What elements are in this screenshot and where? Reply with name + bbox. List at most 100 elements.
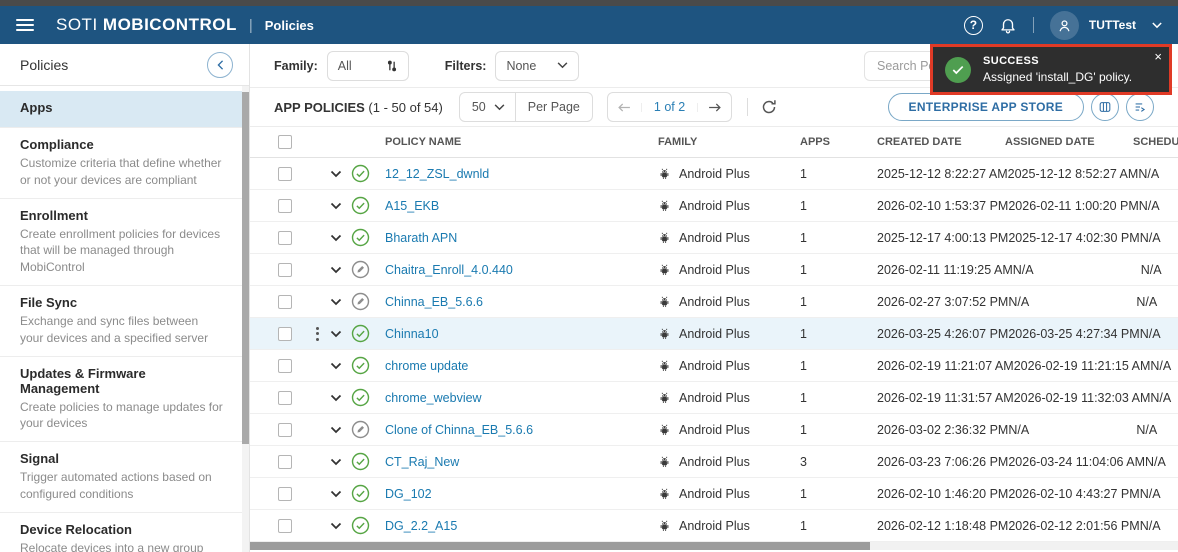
row-checkbox[interactable] bbox=[278, 294, 292, 309]
expand-chevron-icon[interactable] bbox=[330, 458, 342, 466]
horizontal-scrollbar[interactable] bbox=[250, 542, 1178, 550]
table-row[interactable]: Bharath APN Android Plus 1 2025-12-17 4:… bbox=[250, 222, 1178, 254]
policy-name-link[interactable]: Bharath APN bbox=[385, 231, 457, 245]
sidebar-item-device-relocation[interactable]: Device Relocation Relocate devices into … bbox=[0, 513, 249, 552]
table-row[interactable]: 12_12_ZSL_dwnld Android Plus 1 2025-12-1… bbox=[250, 158, 1178, 190]
chevron-down-icon bbox=[494, 103, 515, 111]
user-menu[interactable]: TUTTest bbox=[1089, 18, 1136, 32]
assigned-date: N/A bbox=[1008, 294, 1030, 309]
select-all-checkbox[interactable] bbox=[278, 135, 292, 149]
expand-chevron-icon[interactable] bbox=[330, 202, 342, 210]
filter-toolbar: Family: All Filters: None SUCCESS Assign… bbox=[250, 44, 1178, 95]
sidebar-scrollbar[interactable] bbox=[242, 86, 249, 552]
table-row[interactable]: CT_Raj_New Android Plus 3 2026-03-23 7:0… bbox=[250, 446, 1178, 478]
enterprise-app-store-button[interactable]: ENTERPRISE APP STORE bbox=[887, 93, 1084, 121]
created-date: 2026-02-12 1:18:48 PM bbox=[877, 518, 1009, 533]
expand-chevron-icon[interactable] bbox=[330, 522, 342, 530]
columns-icon[interactable] bbox=[1091, 93, 1119, 121]
policy-name-link[interactable]: DG_102 bbox=[385, 487, 432, 501]
sidebar-item-description: Trigger automated actions based on confi… bbox=[20, 470, 212, 501]
kebab-menu-icon[interactable] bbox=[314, 325, 321, 343]
row-checkbox[interactable] bbox=[278, 166, 292, 181]
sidebar-item-file-sync[interactable]: File Sync Exchange and sync files betwee… bbox=[0, 286, 249, 357]
expand-chevron-icon[interactable] bbox=[330, 234, 342, 242]
expand-chevron-icon[interactable] bbox=[330, 490, 342, 498]
page-size-select[interactable]: 50 Per Page bbox=[458, 92, 593, 122]
family-name: Android Plus bbox=[679, 166, 750, 181]
table-row[interactable]: Chinna10 Android Plus 1 2026-03-25 4:26:… bbox=[250, 318, 1178, 350]
sidebar-item-compliance[interactable]: Compliance Customize criteria that defin… bbox=[0, 128, 249, 199]
table-row[interactable]: chrome update Android Plus 1 2026-02-19 … bbox=[250, 350, 1178, 382]
row-checkbox[interactable] bbox=[278, 486, 292, 501]
policy-name-link[interactable]: Chinna10 bbox=[385, 327, 439, 341]
column-header-policy-name[interactable]: POLICY NAME bbox=[385, 136, 658, 148]
help-icon[interactable]: ? bbox=[963, 15, 983, 35]
policy-name-link[interactable]: 12_12_ZSL_dwnld bbox=[385, 167, 489, 181]
policy-name-link[interactable]: Chinna_EB_5.6.6 bbox=[385, 295, 483, 309]
sidebar-scrollbar-thumb[interactable] bbox=[242, 92, 249, 444]
chevron-down-icon[interactable] bbox=[1152, 21, 1162, 29]
policy-name-link[interactable]: chrome update bbox=[385, 359, 468, 373]
table-row[interactable]: Chinna_EB_5.6.6 Android Plus 1 2026-02-2… bbox=[250, 286, 1178, 318]
column-header-schedule[interactable]: SCHEDULE bbox=[1133, 136, 1178, 148]
row-checkbox[interactable] bbox=[278, 390, 292, 405]
toast-close-icon[interactable]: × bbox=[1154, 50, 1162, 63]
table-row[interactable]: A15_EKB Android Plus 1 2026-02-10 1:53:3… bbox=[250, 190, 1178, 222]
expand-chevron-icon[interactable] bbox=[330, 170, 342, 178]
horizontal-scrollbar-thumb[interactable] bbox=[250, 542, 870, 550]
row-checkbox[interactable] bbox=[278, 262, 292, 277]
policy-name-link[interactable]: DG_2.2_A15 bbox=[385, 519, 457, 533]
main-content: Family: All Filters: None SUCCESS Assign… bbox=[250, 44, 1178, 552]
android-icon bbox=[658, 199, 671, 212]
assigned-date: 2026-03-24 11:04:06 AM bbox=[1008, 454, 1146, 469]
row-checkbox[interactable] bbox=[278, 326, 292, 341]
app-header: SOTI MOBICONTROL | Policies ? TUTTest bbox=[0, 6, 1178, 44]
menu-icon[interactable] bbox=[16, 19, 34, 31]
expand-chevron-icon[interactable] bbox=[330, 394, 342, 402]
sidebar-item-signal[interactable]: Signal Trigger automated actions based o… bbox=[0, 442, 249, 513]
row-checkbox[interactable] bbox=[278, 454, 292, 469]
table-row[interactable]: DG_102 Android Plus 1 2026-02-10 1:46:20… bbox=[250, 478, 1178, 510]
avatar[interactable] bbox=[1049, 10, 1079, 40]
column-header-assigned-date[interactable]: ASSIGNED DATE bbox=[1005, 136, 1133, 148]
per-page-label: Per Page bbox=[527, 100, 580, 114]
policy-name-link[interactable]: Clone of Chinna_EB_5.6.6 bbox=[385, 423, 533, 437]
sidebar-item-apps[interactable]: Apps bbox=[0, 91, 249, 128]
row-checkbox[interactable] bbox=[278, 230, 292, 245]
table-row[interactable]: Chaitra_Enroll_4.0.440 Android Plus 1 20… bbox=[250, 254, 1178, 286]
expand-chevron-icon[interactable] bbox=[330, 298, 342, 306]
schedule-value: N/A bbox=[1140, 262, 1162, 277]
policy-name-link[interactable]: chrome_webview bbox=[385, 391, 482, 405]
sidebar-item-updates-firmware-management[interactable]: Updates & Firmware Management Create pol… bbox=[0, 357, 249, 443]
table-row[interactable]: Clone of Chinna_EB_5.6.6 Android Plus 1 … bbox=[250, 414, 1178, 446]
column-header-apps[interactable]: APPS bbox=[800, 136, 877, 148]
filters-select[interactable]: None bbox=[495, 50, 580, 81]
sidebar-item-label: File Sync bbox=[20, 294, 78, 310]
prev-page-button[interactable] bbox=[608, 102, 642, 112]
policy-name-link[interactable]: Chaitra_Enroll_4.0.440 bbox=[385, 263, 513, 277]
next-page-button[interactable] bbox=[697, 102, 731, 112]
table-row[interactable]: DG_2.2_A15 Android Plus 1 2026-02-12 1:1… bbox=[250, 510, 1178, 542]
export-icon[interactable] bbox=[1126, 93, 1154, 121]
column-header-created-date[interactable]: CREATED DATE bbox=[877, 136, 1005, 148]
expand-chevron-icon[interactable] bbox=[330, 426, 342, 434]
assigned-date: 2026-02-11 1:00:20 PM bbox=[1008, 198, 1139, 213]
row-checkbox[interactable] bbox=[278, 358, 292, 373]
row-checkbox[interactable] bbox=[278, 198, 292, 213]
expand-chevron-icon[interactable] bbox=[330, 266, 342, 274]
expand-chevron-icon[interactable] bbox=[330, 330, 342, 338]
family-name: Android Plus bbox=[679, 454, 750, 469]
refresh-icon[interactable] bbox=[761, 99, 777, 115]
row-checkbox[interactable] bbox=[278, 518, 292, 533]
sidebar-collapse-button[interactable] bbox=[207, 51, 233, 78]
policy-name-link[interactable]: A15_EKB bbox=[385, 199, 439, 213]
policy-name-link[interactable]: CT_Raj_New bbox=[385, 455, 459, 469]
expand-chevron-icon[interactable] bbox=[330, 362, 342, 370]
column-header-family[interactable]: FAMILY bbox=[658, 136, 800, 148]
row-checkbox[interactable] bbox=[278, 422, 292, 437]
sidebar-list: Apps Compliance Customize criteria that … bbox=[0, 91, 249, 552]
table-row[interactable]: chrome_webview Android Plus 1 2026-02-19… bbox=[250, 382, 1178, 414]
sidebar-item-enrollment[interactable]: Enrollment Create enrollment policies fo… bbox=[0, 199, 249, 286]
notifications-bell-icon[interactable] bbox=[999, 16, 1017, 34]
family-select[interactable]: All bbox=[326, 50, 409, 81]
